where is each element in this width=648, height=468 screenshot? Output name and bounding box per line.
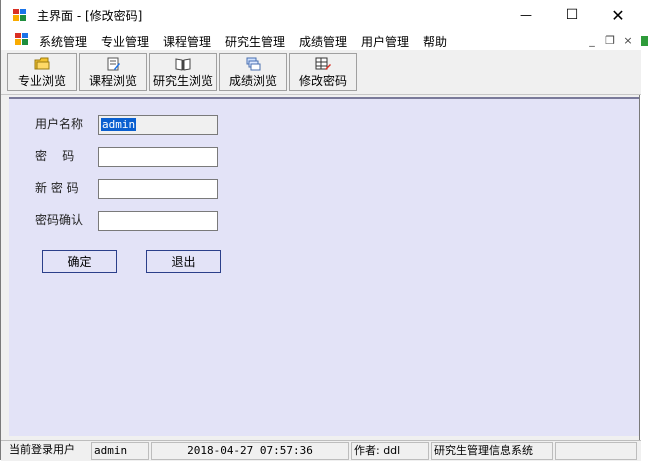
menu-major[interactable]: 专业管理 xyxy=(101,33,149,50)
confirm-password-label: 密码确认 xyxy=(35,213,84,227)
close-button[interactable]: ✕ xyxy=(595,0,641,30)
ok-button[interactable]: 确定 xyxy=(42,250,117,273)
toolbar: 专业浏览 课程浏览 研究生浏览 成绩浏览 修改密码 xyxy=(1,50,641,95)
toolbar-change-password-button[interactable]: 修改密码 xyxy=(289,53,357,91)
menu-user[interactable]: 用户管理 xyxy=(361,33,409,50)
status-empty xyxy=(555,442,637,460)
username-label: 用户名称 xyxy=(35,117,84,131)
book-icon xyxy=(175,58,191,71)
menu-system[interactable]: 系统管理 xyxy=(39,33,87,50)
maximize-icon: ☐ xyxy=(565,7,579,23)
confirm-password-field[interactable] xyxy=(98,211,218,231)
toolbar-graduate-browse-button[interactable]: 研究生浏览 xyxy=(149,53,217,91)
change-password-form: 用户名称 admin 密 码 新 密 码 密码确认 确定 退出 xyxy=(9,97,639,436)
password-field[interactable] xyxy=(98,147,218,167)
grid-edit-icon xyxy=(315,57,331,70)
menu-graduate[interactable]: 研究生管理 xyxy=(225,33,285,50)
status-user: admin xyxy=(91,442,149,460)
mdi-close-button[interactable]: × xyxy=(621,33,635,47)
username-field[interactable]: admin xyxy=(98,115,218,135)
app-icon xyxy=(13,9,26,21)
maximize-button[interactable]: ☐ xyxy=(549,0,595,30)
window-title: 主界面 - [修改密码] xyxy=(37,9,143,23)
menu-help[interactable]: 帮助 xyxy=(423,33,447,50)
close-icon: ✕ xyxy=(611,5,625,25)
new-password-field[interactable] xyxy=(98,179,218,199)
stack-documents-icon xyxy=(246,57,261,71)
status-system-name: 研究生管理信息系统 xyxy=(431,442,553,460)
mdi-restore-button[interactable]: ❐ xyxy=(603,33,617,47)
status-author: 作者: ddl xyxy=(351,442,429,460)
exit-button-label: 退出 xyxy=(171,255,196,269)
password-label: 密 码 xyxy=(35,149,75,163)
mdi-minimize-icon: _ xyxy=(589,33,595,47)
toolbar-course-browse-label: 课程浏览 xyxy=(88,74,137,88)
menu-bar: 系统管理 专业管理 课程管理 研究生管理 成绩管理 用户管理 帮助 _ ❐ × xyxy=(1,30,641,50)
menu-course[interactable]: 课程管理 xyxy=(163,33,211,50)
main-window: 主界面 - [修改密码] — ☐ ✕ 系统管理 专业管理 课程管理 研究生管理 … xyxy=(0,0,641,461)
toolbar-graduate-browse-label: 研究生浏览 xyxy=(152,74,213,88)
status-bar: 当前登录用户 admin 2018-04-27 07:57:36 作者: ddl… xyxy=(1,440,641,461)
mdi-close-icon: × xyxy=(623,33,633,47)
mdi-child-icon[interactable] xyxy=(15,33,28,45)
edit-document-icon xyxy=(107,57,120,71)
toolbar-score-browse-button[interactable]: 成绩浏览 xyxy=(219,53,287,91)
toolbar-change-password-label: 修改密码 xyxy=(298,74,347,88)
mdi-restore-icon: ❐ xyxy=(605,33,615,47)
menu-score[interactable]: 成绩管理 xyxy=(299,33,347,50)
minimize-icon: — xyxy=(520,8,532,22)
mdi-minimize-button[interactable]: _ xyxy=(585,33,599,47)
minimize-button[interactable]: — xyxy=(503,0,549,30)
status-login-label: 当前登录用户 xyxy=(9,443,75,456)
exit-button[interactable]: 退出 xyxy=(146,250,221,273)
toolbar-course-browse-button[interactable]: 课程浏览 xyxy=(79,53,147,91)
ok-button-label: 确定 xyxy=(67,255,92,269)
folder-icon xyxy=(34,57,50,70)
toolbar-major-browse-label: 专业浏览 xyxy=(17,74,66,88)
new-password-label: 新 密 码 xyxy=(35,181,79,195)
username-value: admin xyxy=(101,118,137,131)
toolbar-score-browse-label: 成绩浏览 xyxy=(228,74,277,88)
title-bar[interactable]: 主界面 - [修改密码] — ☐ ✕ xyxy=(1,0,641,30)
status-datetime: 2018-04-27 07:57:36 xyxy=(151,442,349,460)
toolbar-major-browse-button[interactable]: 专业浏览 xyxy=(7,53,77,91)
